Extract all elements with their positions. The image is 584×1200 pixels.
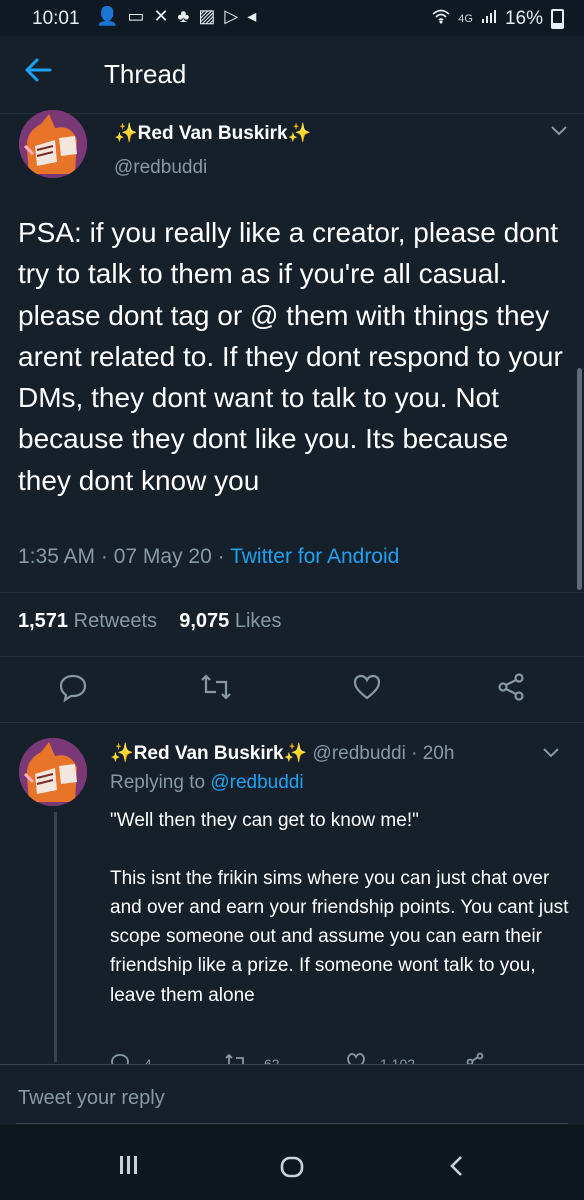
scrollbar[interactable]: [577, 368, 582, 590]
separator: ·: [405, 743, 423, 764]
reply-age: 20h: [422, 743, 455, 764]
message-icon: ▭: [127, 6, 145, 26]
image-icon: ▨: [198, 6, 216, 26]
tweet-handle[interactable]: @redbuddi: [114, 157, 207, 179]
tweet-stats: 1,571 Retweets 9,075 Likes: [18, 610, 282, 633]
reply-header: ✨Red Van Buskirk✨ @redbuddi · 20h: [110, 741, 454, 765]
back-arrow-icon[interactable]: [24, 56, 52, 90]
back-icon[interactable]: [448, 1155, 464, 1182]
reply-text: "Well then they can get to know me!" Thi…: [110, 810, 569, 1006]
reply-icon[interactable]: [58, 672, 88, 703]
reply-input[interactable]: Tweet your reply: [18, 1087, 165, 1110]
thread-line: [54, 812, 57, 1062]
tweet-meta: 1:35 AM · 07 May 20 · Twitter for Androi…: [18, 545, 399, 569]
network-type: 4G: [458, 13, 473, 25]
notification-icons: 👤 ▭ ✕ ♣ ▨ ▷ ◂: [96, 6, 256, 27]
tweet-time: 1:35 AM: [18, 545, 96, 568]
chevron-down-icon[interactable]: [542, 746, 560, 764]
separator: ·: [217, 545, 231, 568]
like-icon[interactable]: [352, 672, 382, 702]
avatar[interactable]: [19, 738, 87, 806]
telegram-icon: ◂: [247, 6, 257, 26]
play-store-icon: ▷: [224, 6, 239, 26]
status-right: 4G 16%: [432, 8, 564, 30]
divider: [0, 722, 584, 723]
tweet-source-link[interactable]: Twitter for Android: [230, 545, 399, 568]
home-icon[interactable]: [280, 1156, 304, 1183]
retweets-label[interactable]: Retweets: [74, 610, 157, 632]
recent-apps-icon[interactable]: [118, 1155, 140, 1180]
share-icon[interactable]: [496, 672, 526, 702]
tweet-display-name[interactable]: ✨Red Van Buskirk✨: [114, 121, 311, 145]
chevron-down-icon[interactable]: [550, 124, 568, 142]
tweet-text: PSA: if you really like a creator, pleas…: [18, 217, 563, 496]
battery-percent: 16%: [504, 8, 543, 29]
app-icon: ♣: [177, 6, 190, 26]
tweet-date: 07 May 20: [113, 545, 212, 568]
wifi-icon: [432, 8, 450, 30]
divider: [0, 113, 584, 114]
battery-icon: [551, 9, 564, 29]
reply-handle[interactable]: @redbuddi: [313, 743, 406, 764]
divider: [0, 592, 584, 593]
replying-label: Replying to: [110, 772, 206, 793]
separator: ·: [100, 545, 114, 568]
top-app-bar: Thread: [0, 36, 584, 114]
missed-call-icon: ✕: [153, 6, 169, 26]
retweet-count[interactable]: 1,571: [18, 610, 68, 632]
divider: [0, 656, 584, 657]
system-nav-bar: [0, 1125, 584, 1200]
reply-composer[interactable]: Tweet your reply: [0, 1065, 584, 1125]
avatar[interactable]: [19, 110, 87, 178]
status-time: 10:01: [32, 8, 80, 29]
reply-display-name[interactable]: ✨Red Van Buskirk✨: [110, 743, 307, 764]
input-underline: [16, 1123, 568, 1124]
replying-to-link[interactable]: @redbuddi: [210, 772, 303, 793]
add-person-icon: 👤: [96, 6, 119, 26]
like-count[interactable]: 9,075: [179, 610, 229, 632]
likes-label[interactable]: Likes: [235, 610, 282, 632]
signal-icon: [481, 8, 497, 30]
retweet-icon[interactable]: [200, 672, 231, 702]
replying-to: Replying to @redbuddi: [110, 772, 304, 794]
status-bar: 10:01 👤 ▭ ✕ ♣ ▨ ▷ ◂ 4G 16%: [0, 0, 584, 36]
page-title: Thread: [104, 59, 187, 89]
